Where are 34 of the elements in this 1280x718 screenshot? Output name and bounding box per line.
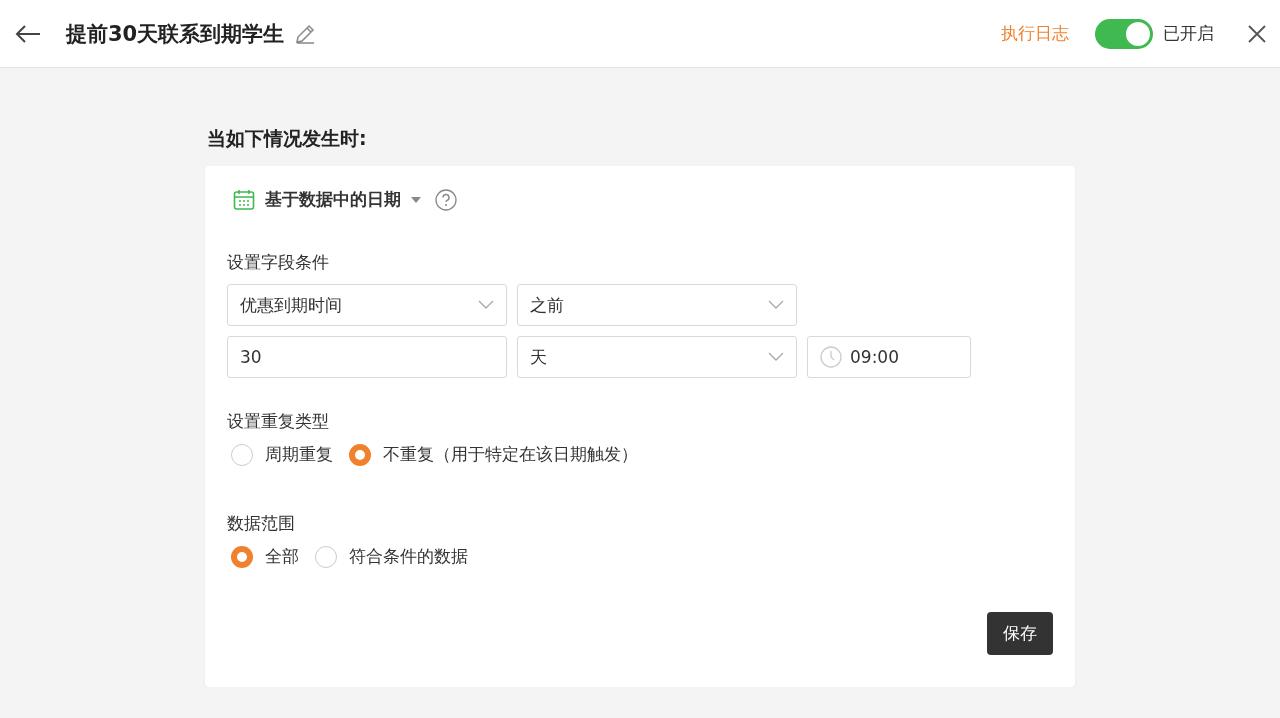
back-button[interactable] [14, 23, 42, 44]
clock-icon [820, 346, 842, 368]
input-field[interactable]: 30 [227, 336, 507, 378]
option-label: 周期重复 [265, 443, 333, 466]
pencil-icon [294, 22, 317, 45]
select-field[interactable]: 之前 [517, 284, 797, 326]
radio-option[interactable]: 全部 [231, 545, 299, 568]
time-field[interactable]: 09:00 [807, 336, 971, 378]
edit-button[interactable] [294, 22, 317, 45]
radio-option[interactable]: 周期重复 [231, 443, 333, 466]
group-label: 数据范围 [227, 512, 296, 535]
option-label: 全部 [265, 545, 299, 568]
back-arrow-icon [14, 23, 42, 44]
close-icon [1248, 24, 1266, 43]
group-label: 设置重复类型 [227, 410, 330, 433]
radio-option[interactable]: 符合条件的数据 [315, 545, 468, 568]
condition-label: 设置字段条件 [227, 251, 330, 274]
option-label: 符合条件的数据 [349, 545, 468, 568]
calendar-icon [233, 188, 255, 211]
close-button[interactable] [1248, 24, 1266, 43]
select-field[interactable]: 优惠到期时间 [227, 284, 507, 326]
select-field[interactable]: 天 [517, 336, 797, 378]
toggle-switch[interactable] [1095, 18, 1153, 49]
trigger-type-dropdown[interactable]: 基于数据中的日期 [233, 188, 421, 211]
switch-label: 已开启 [1163, 22, 1214, 45]
help-icon [435, 188, 457, 211]
save-button[interactable]: 保存 [987, 612, 1053, 655]
page-title: 提前30天联系到期学生 [66, 20, 285, 48]
chevron-icon [478, 300, 494, 310]
caret-icon [411, 196, 421, 203]
chevron-icon [768, 300, 784, 310]
section-heading: 当如下情况发生时: [207, 126, 368, 151]
help-button[interactable] [435, 188, 457, 211]
chevron-icon [768, 352, 784, 362]
